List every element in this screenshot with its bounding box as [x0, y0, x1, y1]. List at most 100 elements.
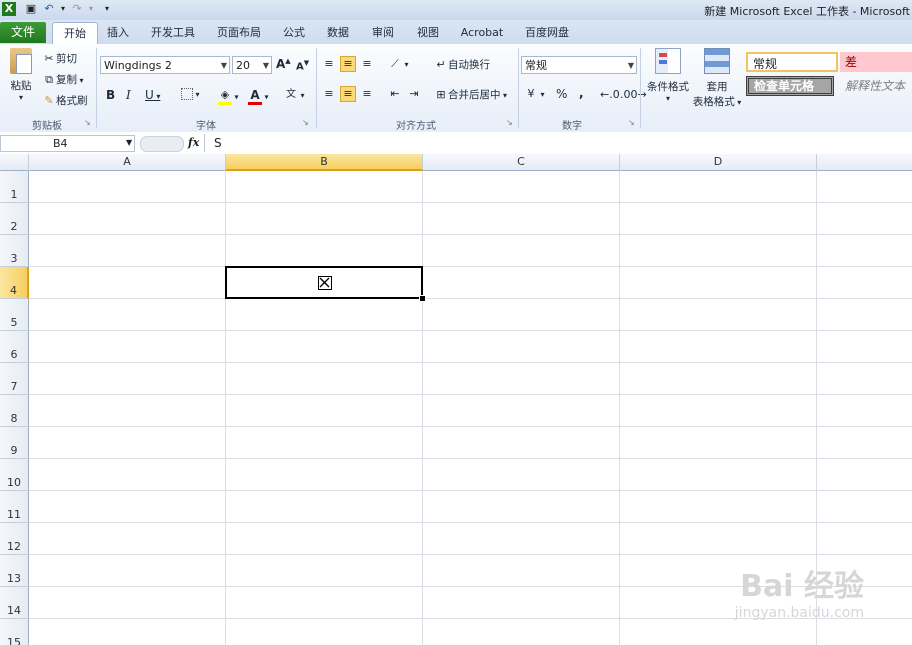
tab-view[interactable]: 视图 — [415, 24, 441, 42]
underline-button[interactable]: U ▾ — [145, 88, 160, 102]
row-header-14[interactable]: 14 — [0, 587, 29, 619]
tab-file[interactable]: 文件 — [0, 22, 46, 43]
column-header-a[interactable]: A — [29, 154, 226, 171]
increase-decimal-button[interactable]: ←.0 — [600, 88, 620, 102]
undo-dropdown-icon[interactable]: ▾ — [56, 2, 70, 16]
row-header-9[interactable]: 9 — [0, 427, 29, 459]
align-left-icon: ≡ — [324, 87, 334, 100]
style-bad[interactable]: 差 — [840, 52, 912, 72]
font-size-select[interactable]: 20 ▼ — [232, 56, 272, 74]
tab-baidu-netdisk[interactable]: 百度网盘 — [524, 24, 570, 42]
decrease-indent-button[interactable]: ⇤ — [388, 87, 402, 101]
cut-button[interactable]: ✂ 剪切 — [42, 51, 77, 66]
number-format-select[interactable]: 常规 ▼ — [521, 56, 637, 74]
formula-input[interactable]: S — [214, 136, 222, 150]
alignment-group-label: 对齐方式 — [396, 121, 436, 132]
italic-button[interactable]: I — [126, 88, 131, 102]
column-header-c[interactable]: C — [423, 154, 620, 171]
tab-formulas[interactable]: 公式 — [281, 24, 307, 42]
decrease-decimal-button[interactable]: .00→ — [620, 88, 647, 102]
decrease-indent-icon: ⇤ — [390, 87, 400, 100]
row-header-13[interactable]: 13 — [0, 555, 29, 587]
brush-icon: ✎ — [44, 94, 54, 107]
align-bottom-button[interactable]: ≡ — [360, 57, 374, 71]
align-center-button[interactable]: ≡ — [340, 86, 356, 102]
name-box-dropdown-icon[interactable]: ▼ — [126, 138, 132, 147]
number-launcher-icon[interactable]: ↘ — [628, 118, 635, 127]
row-header-4[interactable]: 4 — [0, 267, 29, 299]
insert-function-button[interactable]: fx — [188, 136, 199, 149]
formula-bar-splitter[interactable] — [140, 136, 184, 152]
column-header-b[interactable]: B — [226, 154, 423, 171]
copy-button[interactable]: ⧉ 复制 ▾ — [42, 72, 84, 87]
worksheet-grid[interactable]: A B C D 1 2 3 4 5 6 7 8 9 10 11 12 13 14 15 Bai 经验 jingy… — [0, 154, 912, 645]
font-launcher-icon[interactable]: ↘ — [302, 118, 309, 127]
tab-home[interactable]: 开始 — [52, 22, 98, 45]
tab-insert[interactable]: 插入 — [105, 24, 131, 42]
chevron-down-icon: ▼ — [262, 61, 269, 70]
row-header-8[interactable]: 8 — [0, 395, 29, 427]
column-header-d[interactable]: D — [620, 154, 817, 171]
wrap-text-icon: ↵ — [436, 58, 446, 71]
align-right-button[interactable]: ≡ — [360, 87, 374, 101]
row-header-15[interactable]: 15 — [0, 619, 29, 645]
comma-button[interactable]: , — [579, 86, 584, 100]
row-header-11[interactable]: 11 — [0, 491, 29, 523]
tab-review[interactable]: 审阅 — [370, 24, 396, 42]
tab-data[interactable]: 数据 — [325, 24, 351, 42]
grow-font-button[interactable]: A▲ — [276, 57, 291, 71]
accounting-format-button[interactable]: ¥ ▾ — [524, 87, 545, 101]
font-name-select[interactable]: Wingdings 2 ▼ — [100, 56, 230, 74]
undo-icon[interactable]: ↶ — [42, 2, 56, 16]
row-header-6[interactable]: 6 — [0, 331, 29, 363]
tab-acrobat[interactable]: Acrobat — [458, 24, 506, 42]
style-explanatory[interactable]: 解释性文本 — [840, 76, 912, 96]
checkbox-x-icon — [317, 276, 332, 290]
merge-center-button[interactable]: ⊞ 合并后居中 ▾ — [434, 87, 507, 102]
row-header-3[interactable]: 3 — [0, 235, 29, 267]
align-left-button[interactable]: ≡ — [322, 87, 336, 101]
increase-indent-icon: ⇥ — [409, 87, 419, 100]
align-middle-button[interactable]: ≡ — [340, 56, 356, 72]
column-header-e[interactable] — [817, 154, 912, 171]
conditional-formatting-button[interactable]: 条件格式 ▾ — [646, 48, 690, 103]
shrink-font-button[interactable]: A▼ — [296, 59, 309, 72]
align-middle-icon: ≡ — [343, 57, 353, 70]
percent-button[interactable]: % — [556, 87, 567, 101]
clipboard-launcher-icon[interactable]: ↘ — [84, 118, 91, 127]
style-normal[interactable]: 常规 — [746, 52, 838, 72]
fill-handle[interactable] — [419, 295, 426, 302]
paste-button[interactable]: 粘贴 ▾ — [6, 48, 36, 102]
redo-icon[interactable]: ↷ — [70, 2, 84, 16]
save-icon[interactable]: ▣ — [24, 2, 38, 16]
phonetic-button[interactable]: 文 ▾ — [284, 88, 305, 102]
align-top-icon: ≡ — [324, 57, 334, 70]
align-top-button[interactable]: ≡ — [322, 57, 336, 71]
increase-indent-button[interactable]: ⇥ — [407, 87, 421, 101]
bold-button[interactable]: B — [106, 88, 115, 102]
customize-quick-access-icon[interactable]: ▾ — [100, 2, 114, 16]
name-box-value: B4 — [53, 137, 68, 150]
alignment-launcher-icon[interactable]: ↘ — [506, 118, 513, 127]
separator — [204, 134, 205, 152]
wrap-text-button[interactable]: ↵ 自动换行 — [434, 57, 490, 72]
redo-dropdown-icon[interactable]: ▾ — [84, 2, 98, 16]
format-painter-button[interactable]: ✎ 格式刷 — [42, 93, 87, 108]
row-header-7[interactable]: 7 — [0, 363, 29, 395]
name-box[interactable]: B4 — [0, 135, 135, 152]
select-all-button[interactable] — [0, 154, 29, 171]
fill-color-button[interactable]: ◈ ▾ — [218, 88, 239, 105]
style-check-cell[interactable]: 检查单元格 — [746, 76, 834, 96]
font-color-button[interactable]: A ▾ — [248, 88, 269, 105]
row-header-10[interactable]: 10 — [0, 459, 29, 491]
row-header-5[interactable]: 5 — [0, 299, 29, 331]
row-header-2[interactable]: 2 — [0, 203, 29, 235]
row-header-12[interactable]: 12 — [0, 523, 29, 555]
format-as-table-button[interactable]: 套用 表格格式 ▾ — [692, 48, 742, 109]
tab-page-layout[interactable]: 页面布局 — [216, 24, 262, 42]
orientation-button[interactable]: ⟋ ▾ — [388, 57, 408, 71]
tab-developer[interactable]: 开发工具 — [150, 24, 196, 42]
merge-icon: ⊞ — [436, 88, 446, 101]
row-header-1[interactable]: 1 — [0, 171, 29, 203]
borders-button[interactable]: ▾ — [181, 88, 200, 100]
